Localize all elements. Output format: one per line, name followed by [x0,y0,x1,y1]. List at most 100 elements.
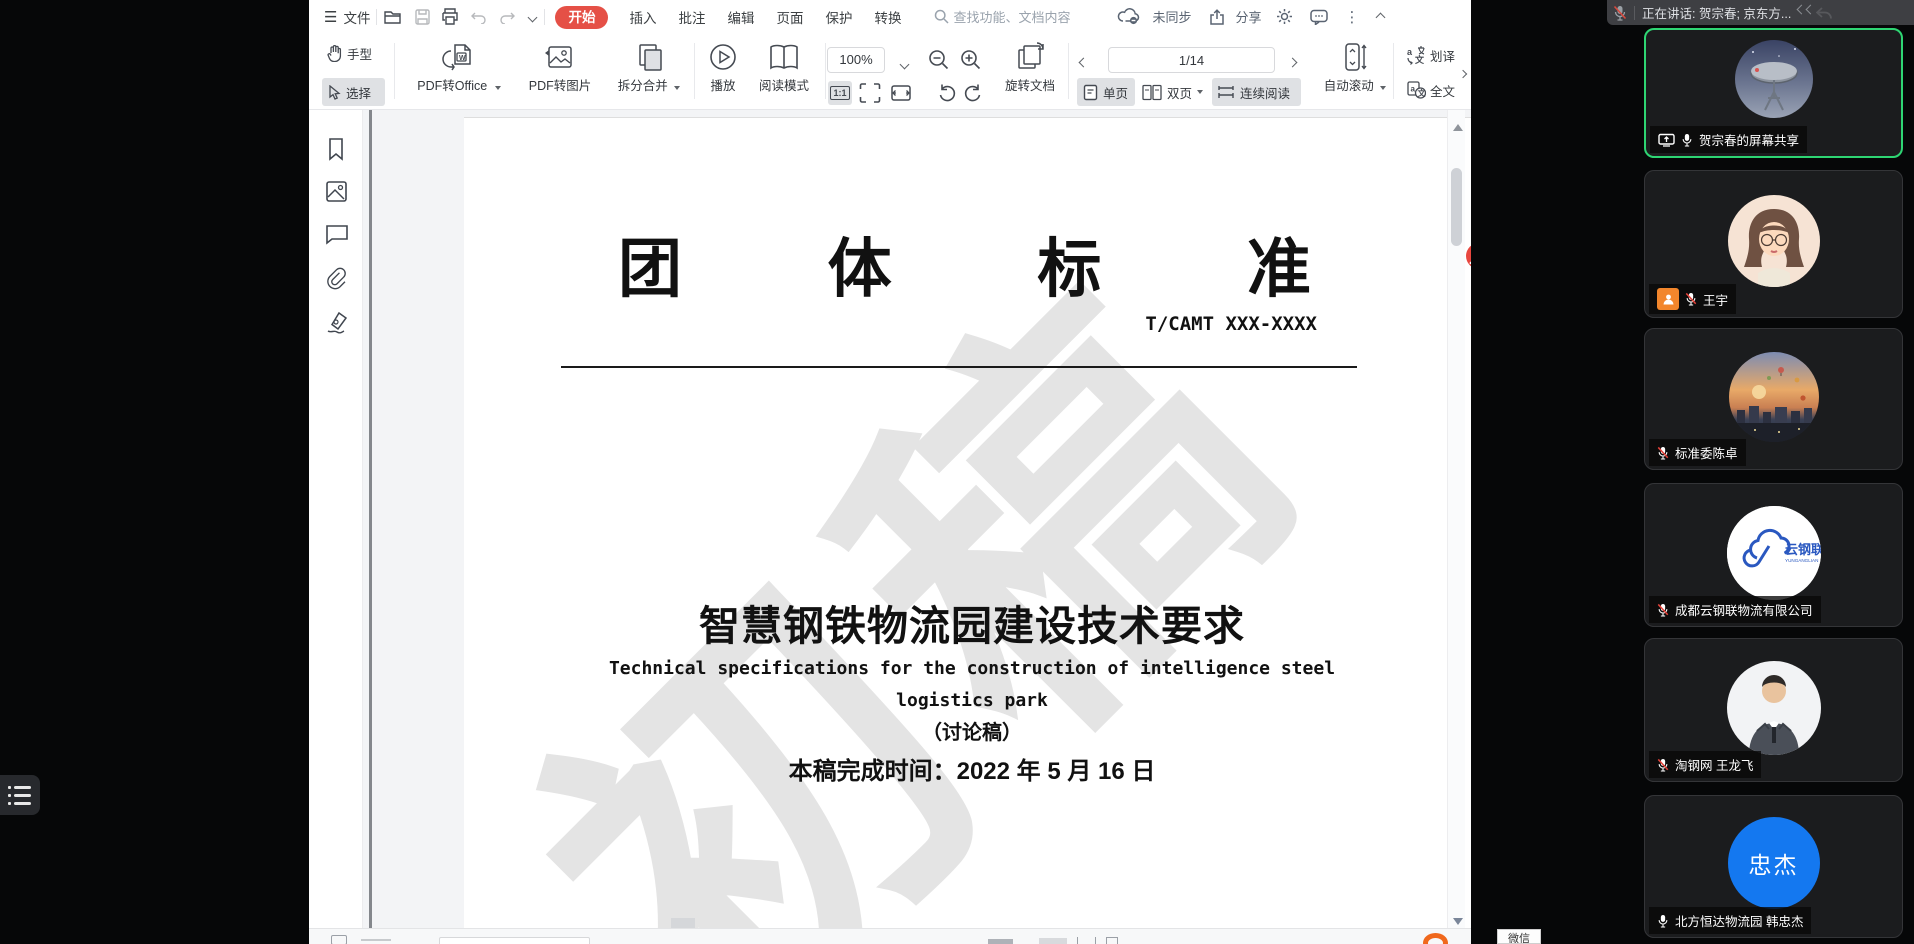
desktop: ☰ 文件 开始 插入 批注 编辑 页面 保护 转换 查找功 [0,0,1914,944]
word-translate-button[interactable]: a文 划译 [1406,45,1464,65]
tab-edit[interactable]: 编辑 [716,7,765,27]
search-input[interactable]: 查找功能、文档内容 [953,7,1091,26]
undo-icon[interactable] [465,10,493,24]
banner-collapse-icons[interactable] [1798,6,1832,20]
pdf-to-image-button[interactable]: PDF转图片 [517,41,603,95]
document-viewport[interactable]: 初稿 团 体 标 准 T/CAMT XXX-XXXX 智慧钢铁物流园建设技术要求… [363,110,1471,928]
screen-share-icon [1658,133,1675,147]
toolbar-overflow-icon[interactable] [1460,64,1466,82]
page-number-input[interactable] [1108,47,1275,73]
prev-page-button[interactable] [1080,53,1087,71]
statusbar-input[interactable] [439,937,590,944]
doc-date-line: 本稿完成时间：2022 年 5 月 16 日 [464,751,1471,786]
participant-tile[interactable]: 王宇 [1644,170,1903,318]
stamp-sign-icon[interactable] [325,310,348,333]
open-file-icon[interactable] [377,9,410,25]
statusbar-icon-fragment[interactable] [988,939,1013,944]
zoom-in-button[interactable] [959,48,983,72]
zoom-level-dropdown-icon[interactable] [901,55,908,73]
select-tool-label: 选择 [346,83,371,102]
single-page-button[interactable]: 单页 [1077,78,1135,106]
participant-name: 贺宗春的屏幕共享 [1699,130,1799,149]
mic-muted-icon [1657,446,1669,460]
select-tool-button[interactable]: 选择 [322,78,385,106]
hand-tool-button[interactable]: 手型 [327,44,372,63]
rotate-left-button[interactable] [936,82,958,104]
more-commands-dropdown-icon[interactable] [521,8,544,26]
auto-scroll-label: 自动滚动 [1324,79,1374,93]
auto-scroll-button[interactable]: 自动滚动 [1319,41,1391,95]
full-translate-label: 全文 [1430,81,1455,100]
comment-panel-icon[interactable] [325,224,348,247]
doc-draft-label: （讨论稿） [464,716,1471,745]
doc-standard-code: T/CAMT XXX-XXXX [1145,313,1317,335]
participant-tile[interactable]: 贺宗春的屏幕共享 [1644,28,1903,158]
rotate-right-button[interactable] [962,82,984,104]
avatar-initials: 忠杰 [1749,846,1799,880]
rotate-doc-button[interactable]: 旋转文档 [997,41,1063,95]
satellite-dish-avatar [1735,40,1813,118]
play-button[interactable]: 播放 [703,41,743,95]
actual-size-button[interactable]: 1:1 [828,81,852,105]
svg-text:W: W [459,55,466,62]
image-panel-icon[interactable] [325,180,348,203]
save-icon[interactable] [410,9,435,25]
full-translate-icon: a文 [1406,80,1426,100]
attachment-icon[interactable] [325,266,348,289]
fit-width-button[interactable] [890,82,912,104]
bookmark-icon[interactable] [325,137,348,160]
tab-page[interactable]: 页面 [765,7,814,27]
participant-tile[interactable]: 淘钢网 王龙飞 [1644,638,1903,782]
statusbar-doc-icon[interactable] [1106,937,1118,944]
split-merge-icon [632,41,666,75]
sync-status-label[interactable]: 未同步 [1146,7,1197,26]
speaking-banner-text: 正在讲话: 贺宗春; 京东方... [1642,3,1791,22]
scroll-up-arrow[interactable] [1453,124,1463,131]
pdf-to-office-button[interactable]: W PDF转Office [409,41,509,95]
participant-tile[interactable]: 云钢联YUNGANGLIAN 成都云钢联物流有限公司 [1644,483,1903,627]
scrollbar-thumb[interactable] [1451,168,1462,246]
full-translate-button[interactable]: a文 全文 [1406,80,1464,100]
cloud-sync-icon[interactable] [1091,8,1146,25]
doc-subtitle-en-2: logistics park [464,690,1471,711]
statusbar-bracket-icon[interactable] [1077,937,1096,944]
hamburger-menu-icon[interactable]: ☰ [324,8,337,26]
settings-gear-icon[interactable] [1267,8,1302,25]
statusbar-page-icon[interactable] [331,935,347,944]
participant-label: 贺宗春的屏幕共享 [1650,126,1807,153]
panel-edge-line [369,110,372,928]
continuous-read-button[interactable]: 连续阅读 [1212,78,1301,106]
doc-subtitle-en-1: Technical specifications for the constru… [464,658,1471,679]
tab-comment[interactable]: 批注 [667,7,716,27]
participant-tile[interactable]: 忠杰 北方恒达物流园 韩忠杰 [1644,795,1903,938]
share-label[interactable]: 分享 [1229,7,1267,26]
redo-icon[interactable] [493,10,521,24]
draft-watermark: 初稿 [489,253,1471,928]
feedback-chat-icon[interactable] [1302,9,1336,25]
double-page-button[interactable]: 双页 [1142,78,1203,106]
split-merge-button[interactable]: 拆分合并 [609,41,689,95]
city-balloons-avatar [1729,352,1819,442]
zoom-level-box[interactable]: 100% [827,47,885,73]
tab-home[interactable]: 开始 [555,6,608,29]
zoom-out-button[interactable] [927,48,951,72]
read-mode-button[interactable]: 阅读模式 [749,41,819,95]
menu-file[interactable]: 文件 [337,7,376,27]
left-tool-sidebar [309,110,363,928]
wechat-tooltip: 微信 [1497,929,1541,944]
speaking-banner[interactable]: 正在讲话: 贺宗春; 京东方... [1607,0,1914,25]
next-page-button[interactable] [1289,53,1296,71]
fit-page-button[interactable] [859,82,881,104]
meeting-list-button[interactable] [0,775,40,815]
statusbar-icon-fragment[interactable] [1039,938,1067,944]
scroll-down-arrow[interactable] [1453,918,1463,925]
more-options-icon[interactable]: ⋮ [1336,8,1367,26]
vertical-scrollbar[interactable] [1447,110,1465,928]
tab-convert[interactable]: 转换 [863,7,912,27]
print-icon[interactable] [435,8,465,25]
share-icon[interactable] [1197,9,1229,25]
collapse-toolbar-icon[interactable] [1367,8,1394,26]
tab-insert[interactable]: 插入 [618,7,667,27]
tab-protect[interactable]: 保护 [814,7,863,27]
participant-tile[interactable]: 标准委陈卓 [1644,328,1903,470]
